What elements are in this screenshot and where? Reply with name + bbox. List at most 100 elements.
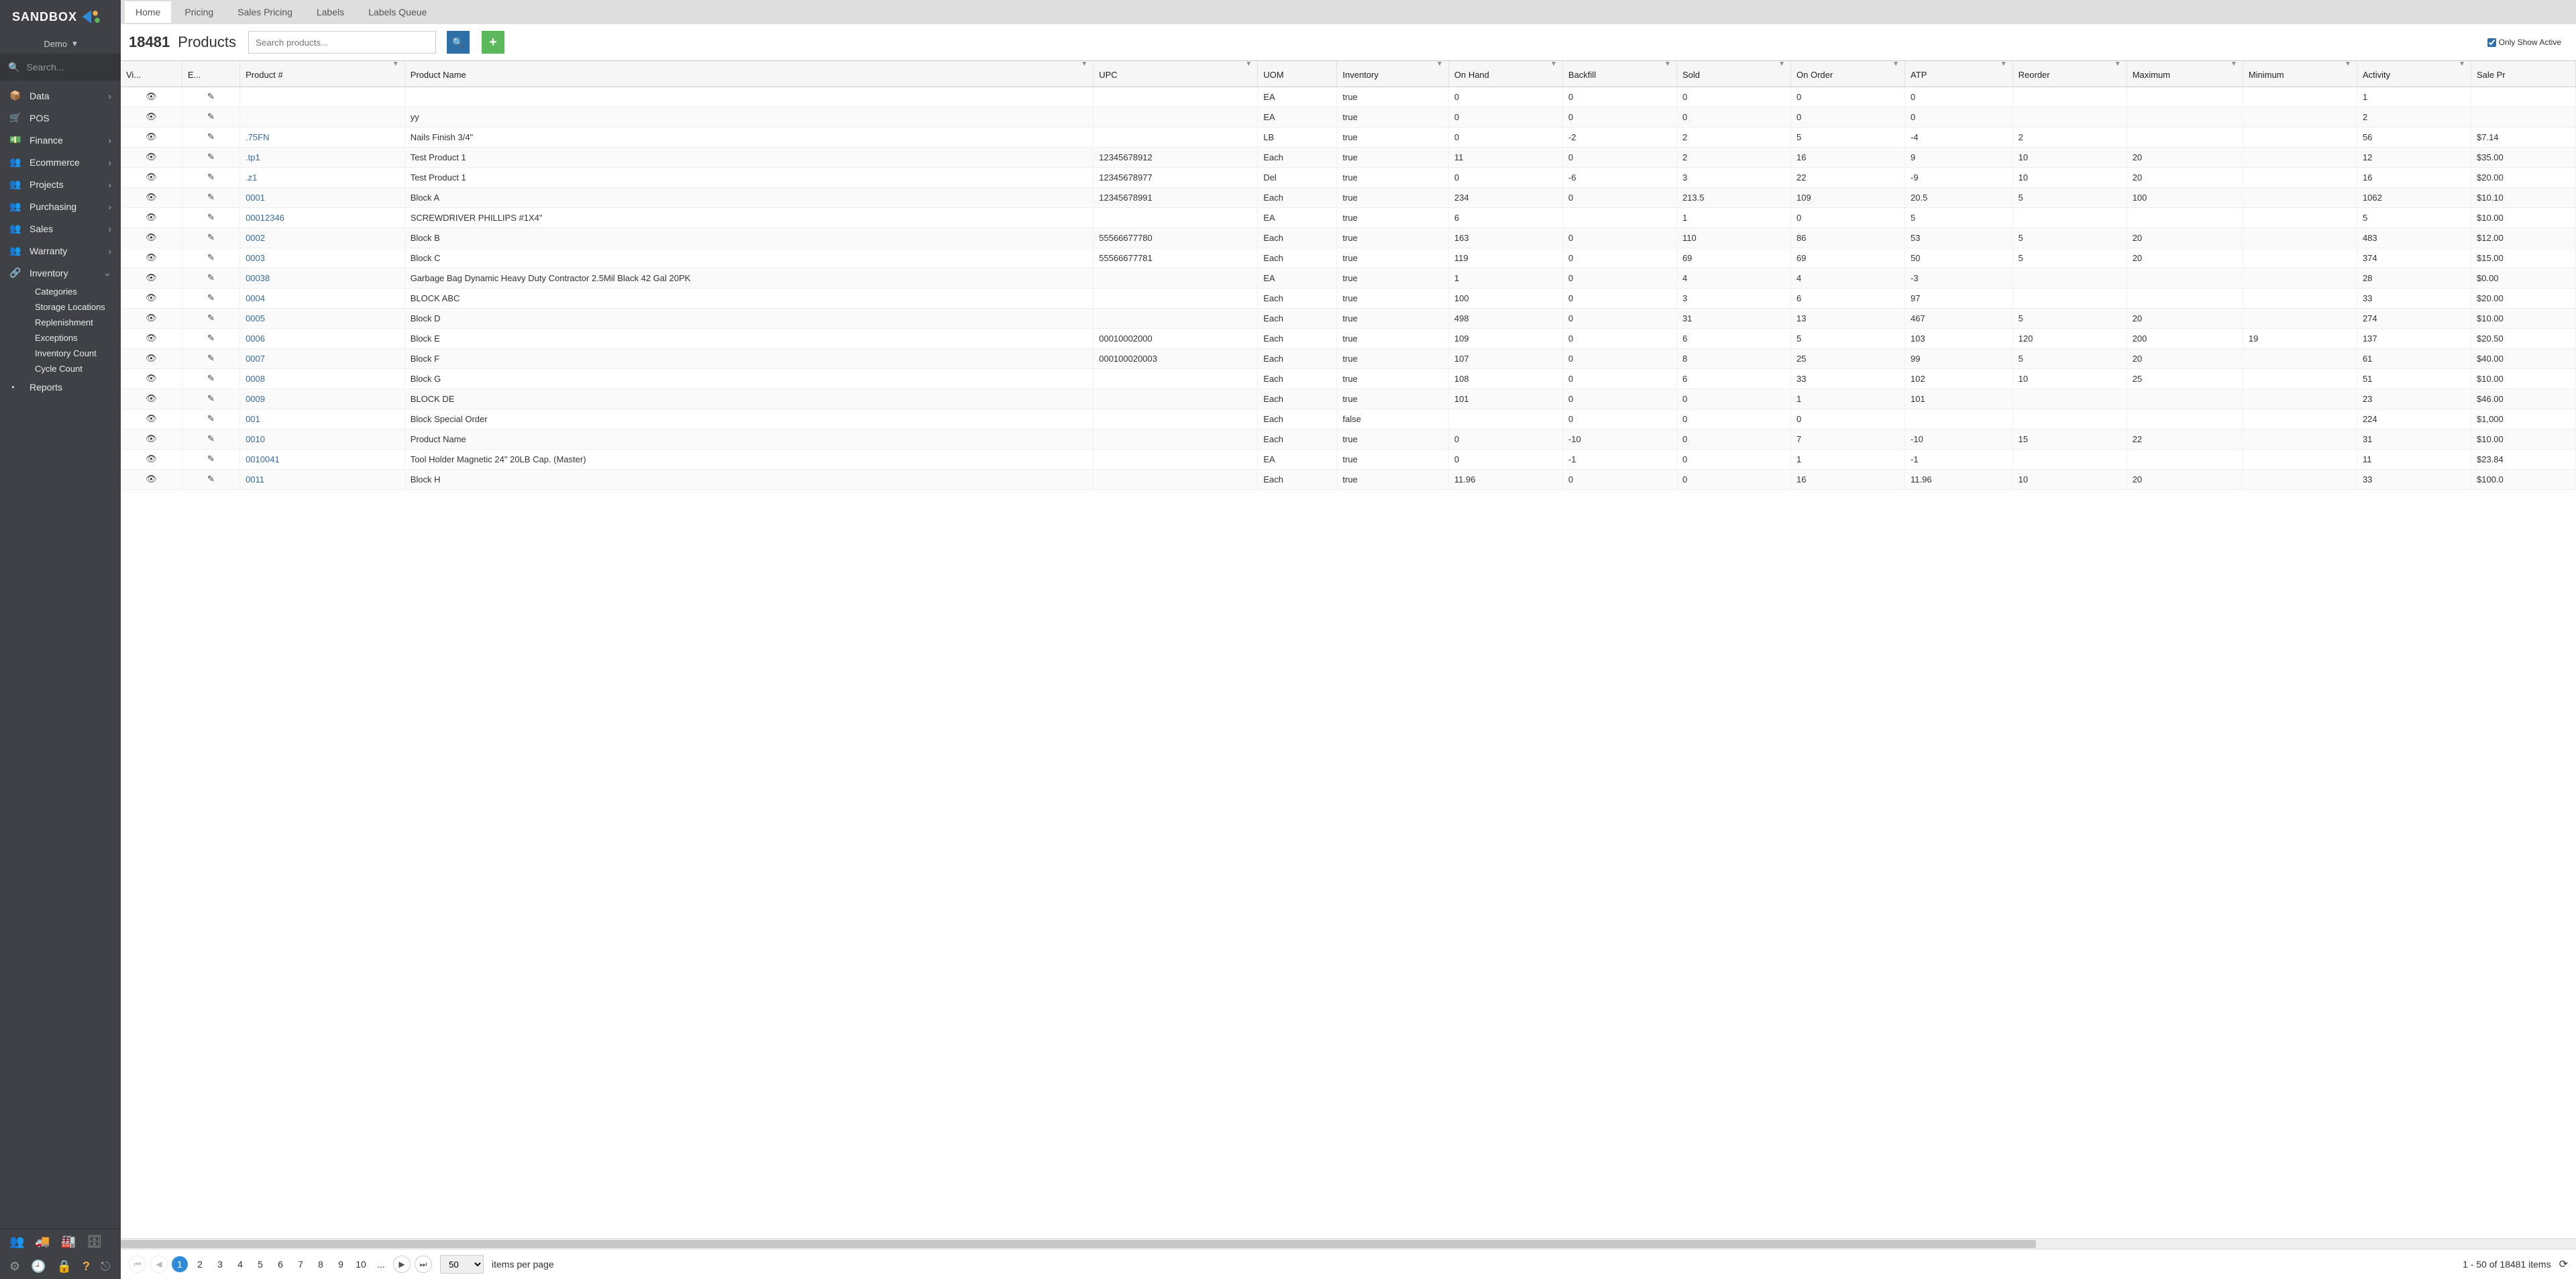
filter-icon[interactable]: ▼ (1550, 60, 1557, 68)
help-icon[interactable]: ? (83, 1260, 90, 1274)
product-number-link[interactable]: 0003 (246, 253, 265, 263)
clock-icon[interactable]: 🕘 (31, 1260, 46, 1274)
col-header-re[interactable]: Reorder▼ (2012, 61, 2127, 87)
product-number-link[interactable]: .tp1 (246, 152, 260, 162)
edit-icon[interactable]: ✎ (182, 288, 239, 308)
gear-icon[interactable]: ⚙ (9, 1260, 20, 1274)
tab-labels-queue[interactable]: Labels Queue (358, 1, 437, 23)
view-icon[interactable]: 👁 (121, 409, 182, 429)
tab-pricing[interactable]: Pricing (174, 1, 224, 23)
filter-icon[interactable]: ▼ (2231, 60, 2237, 68)
refresh-icon[interactable]: ⟳ (2559, 1258, 2568, 1271)
product-number-link[interactable]: 0001 (246, 193, 265, 203)
view-icon[interactable]: 👁 (121, 227, 182, 248)
product-number-link[interactable]: 0005 (246, 313, 265, 323)
filter-icon[interactable]: ▼ (2000, 60, 2007, 68)
archive-icon[interactable]: 🗄 (87, 1235, 102, 1249)
pager-page-5[interactable]: 5 (252, 1259, 268, 1270)
sidebar-item-reports[interactable]: ◔Reports (0, 376, 121, 398)
filter-icon[interactable]: ▼ (392, 60, 399, 68)
edit-icon[interactable]: ✎ (182, 409, 239, 429)
product-number-link[interactable]: 00012346 (246, 213, 284, 223)
view-icon[interactable]: 👁 (121, 187, 182, 207)
col-header-bf[interactable]: Backfill▼ (1562, 61, 1676, 87)
col-header-sp[interactable]: Sale Pr (2471, 61, 2576, 87)
filter-icon[interactable]: ▼ (1245, 60, 1252, 68)
environment-selector[interactable]: Demo ▾ (0, 34, 121, 54)
edit-icon[interactable]: ✎ (182, 268, 239, 288)
sidebar-item-ecommerce[interactable]: 👥Ecommerce› (0, 151, 121, 173)
view-icon[interactable]: 👁 (121, 368, 182, 389)
sidebar-search-input[interactable] (26, 62, 113, 72)
edit-icon[interactable]: ✎ (182, 107, 239, 127)
view-icon[interactable]: 👁 (121, 207, 182, 227)
product-number-link[interactable]: 0010041 (246, 454, 280, 464)
edit-icon[interactable]: ✎ (182, 389, 239, 409)
edit-icon[interactable]: ✎ (182, 328, 239, 348)
sidebar-item-inventory[interactable]: 🔗Inventory⌄ (0, 262, 121, 284)
col-header-max[interactable]: Maximum▼ (2127, 61, 2243, 87)
filter-icon[interactable]: ▼ (1664, 60, 1671, 68)
horizontal-scrollbar[interactable] (121, 1238, 2576, 1249)
product-number-link[interactable]: 001 (246, 414, 260, 424)
sidebar-subitem-cycle-count[interactable]: Cycle Count (35, 361, 121, 376)
pager-last-button[interactable]: ⏭ (415, 1256, 432, 1273)
pager-page-3[interactable]: 3 (212, 1259, 228, 1270)
factory-icon[interactable]: 🏭 (61, 1235, 76, 1249)
pager-page-...[interactable]: ... (373, 1259, 389, 1270)
product-number-link[interactable]: 0002 (246, 233, 265, 243)
sidebar-subitem-storage-locations[interactable]: Storage Locations (35, 299, 121, 315)
pager-first-button[interactable]: ⏮ (129, 1256, 146, 1273)
only-show-active-checkbox[interactable] (2487, 38, 2496, 47)
search-input[interactable] (248, 31, 436, 54)
view-icon[interactable]: 👁 (121, 449, 182, 469)
product-number-link[interactable]: .z1 (246, 172, 257, 183)
view-icon[interactable]: 👁 (121, 167, 182, 187)
tab-sales-pricing[interactable]: Sales Pricing (227, 1, 303, 23)
product-number-link[interactable]: 0006 (246, 334, 265, 344)
col-header-atp[interactable]: ATP▼ (1905, 61, 2013, 87)
add-button[interactable]: + (482, 31, 504, 54)
edit-icon[interactable]: ✎ (182, 87, 239, 107)
product-number-link[interactable]: 0004 (246, 293, 265, 303)
col-header-oh[interactable]: On Hand▼ (1448, 61, 1562, 87)
view-icon[interactable]: 👁 (121, 308, 182, 328)
edit-icon[interactable]: ✎ (182, 147, 239, 167)
edit-icon[interactable]: ✎ (182, 469, 239, 489)
product-number-link[interactable]: 0007 (246, 354, 265, 364)
col-header-oo[interactable]: On Order▼ (1791, 61, 1905, 87)
view-icon[interactable]: 👁 (121, 288, 182, 308)
edit-icon[interactable]: ✎ (182, 207, 239, 227)
only-show-active[interactable]: Only Show Active (2487, 38, 2561, 47)
tab-home[interactable]: Home (125, 1, 171, 23)
edit-icon[interactable]: ✎ (182, 167, 239, 187)
view-icon[interactable]: 👁 (121, 268, 182, 288)
view-icon[interactable]: 👁 (121, 469, 182, 489)
view-icon[interactable]: 👁 (121, 147, 182, 167)
pager-page-7[interactable]: 7 (292, 1259, 309, 1270)
edit-icon[interactable]: ✎ (182, 429, 239, 449)
edit-icon[interactable]: ✎ (182, 368, 239, 389)
filter-icon[interactable]: ▼ (2114, 60, 2121, 68)
col-header-prodname[interactable]: Product Name▼ (405, 61, 1093, 87)
sidebar-subitem-categories[interactable]: Categories (35, 284, 121, 299)
sidebar-item-pos[interactable]: 🛒POS (0, 107, 121, 129)
view-icon[interactable]: 👁 (121, 328, 182, 348)
filter-icon[interactable]: ▼ (1778, 60, 1785, 68)
edit-icon[interactable]: ✎ (182, 227, 239, 248)
sidebar-subitem-inventory-count[interactable]: Inventory Count (35, 346, 121, 361)
edit-icon[interactable]: ✎ (182, 449, 239, 469)
col-header-vi[interactable]: Vi... (121, 61, 182, 87)
col-header-ed[interactable]: E... (182, 61, 239, 87)
col-header-uom[interactable]: UOM (1258, 61, 1337, 87)
filter-icon[interactable]: ▼ (1892, 60, 1899, 68)
sidebar-item-warranty[interactable]: 👥Warranty› (0, 240, 121, 262)
pager-page-9[interactable]: 9 (333, 1259, 349, 1270)
view-icon[interactable]: 👁 (121, 429, 182, 449)
product-number-link[interactable]: .75FN (246, 132, 269, 142)
sidebar-subitem-replenishment[interactable]: Replenishment (35, 315, 121, 330)
lock-icon[interactable]: 🔒 (57, 1260, 72, 1274)
pager-prev-button[interactable]: ◀ (150, 1256, 168, 1273)
col-header-inv[interactable]: Inventory▼ (1337, 61, 1448, 87)
col-header-min[interactable]: Minimum▼ (2243, 61, 2357, 87)
